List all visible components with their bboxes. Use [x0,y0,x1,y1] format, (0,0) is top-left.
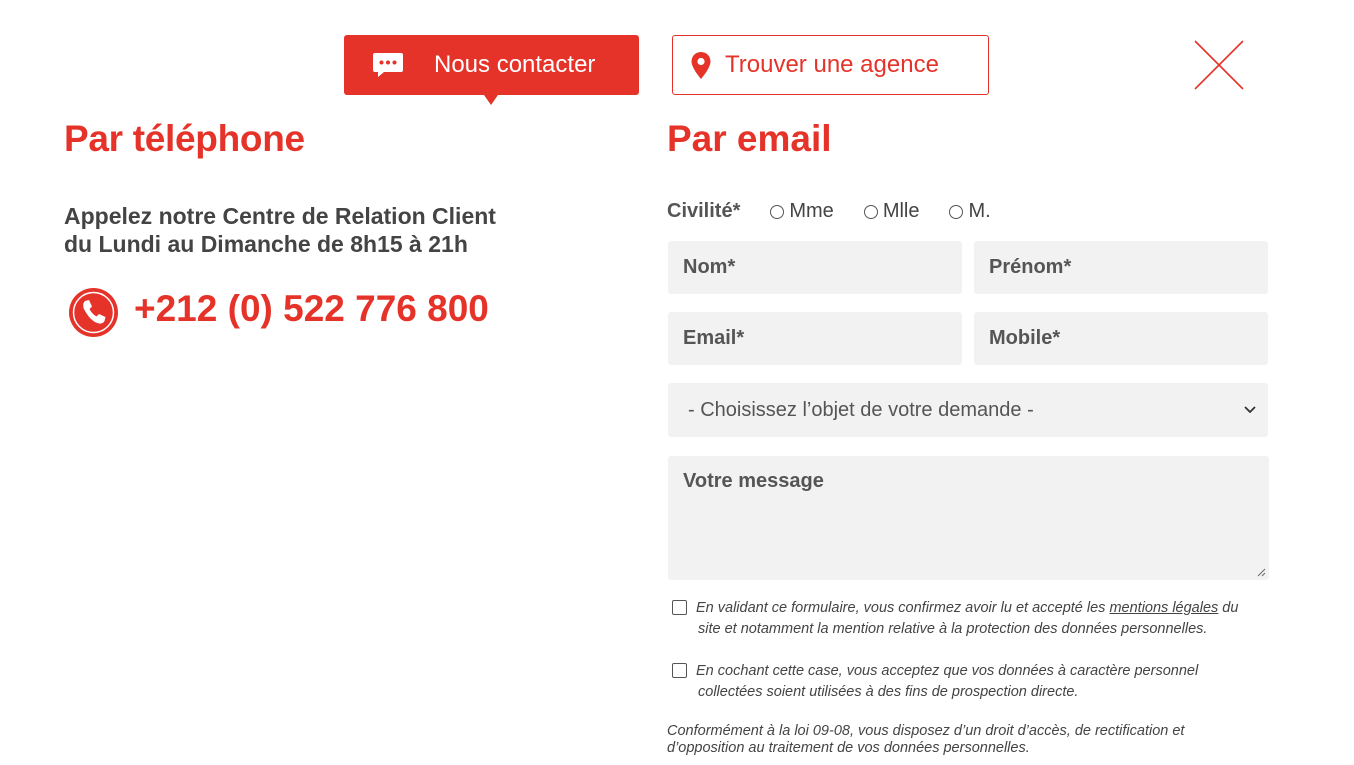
civility-group: Civilité* Mme Mlle M. [667,200,1021,223]
message-textarea[interactable]: Votre message [668,456,1269,580]
consent-prospection-checkbox[interactable] [672,663,687,678]
active-tab-caret [484,95,498,105]
consent-prospection-line1: En cochant cette case, vous acceptez que… [696,663,1199,679]
legal-notice-line1: Conformément à la loi 09-08, vous dispos… [667,723,1185,739]
civility-radio-mlle[interactable]: Mlle [863,200,920,223]
radio-circle[interactable] [863,204,878,219]
tab-nous-contacter[interactable]: Nous contacter [344,35,639,105]
phone-number-link[interactable]: +212 (0) 522 776 800 [134,288,489,330]
close-button[interactable] [1190,36,1248,94]
tab-trouver-agence[interactable]: Trouver une agence [672,35,989,95]
consent-legal-text-part2: du [1218,600,1239,616]
phone-hours-line1: Appelez notre Centre de Relation Client [64,203,496,229]
consent-legal-text-part1: En validant ce formulaire, vous confirme… [696,600,1110,616]
civility-radio-m[interactable]: M. [949,200,991,223]
subject-select-value: - Choisissez l’objet de votre demande - [688,398,1034,421]
civility-label: Civilité* [667,200,741,222]
mentions-legales-link[interactable]: mentions légales [1109,600,1218,616]
chevron-down-icon [1244,406,1256,414]
message-placeholder: Votre message [683,470,824,492]
prenom-input[interactable]: Prénom* [974,241,1268,294]
phone-icon [68,287,119,338]
email-input[interactable]: Email* [668,312,962,365]
radio-circle[interactable] [770,204,785,219]
chat-bubble-icon [372,51,404,79]
consent-legal-text-line2: site et notamment la mention relative à … [698,621,1208,637]
mobile-input[interactable]: Mobile* [974,312,1268,365]
subject-select[interactable]: - Choisissez l’objet de votre demande - [668,383,1268,437]
mobile-placeholder: Mobile* [989,327,1061,349]
prenom-placeholder: Prénom* [989,256,1072,278]
map-pin-icon [691,51,711,79]
consent-legal-row: En validant ce formulaire, vous confirme… [672,598,1266,640]
resize-handle-icon[interactable] [1256,567,1266,577]
nom-input[interactable]: Nom* [668,241,962,294]
consent-legal-checkbox[interactable] [672,600,687,615]
legal-notice: Conformément à la loi 09-08, vous dispos… [667,723,1227,757]
radio-circle[interactable] [949,204,964,219]
civility-radio-mme[interactable]: Mme [770,200,834,223]
tab-trouver-agence-label: Trouver une agence [725,51,939,78]
civility-option-label: Mlle [882,200,920,222]
email-section-title: Par email [667,118,832,159]
phone-hours-text: Appelez notre Centre de Relation Client … [64,202,496,258]
civility-option-label: Mme [789,200,834,222]
consent-prospection-line2: collectées soient utilisées à des fins d… [698,684,1079,700]
consent-legal-text: En validant ce formulaire, vous confirme… [696,598,1266,640]
email-placeholder: Email* [683,327,745,349]
phone-hours-line2: du Lundi au Dimanche de 8h15 à 21h [64,231,468,257]
close-icon [1194,40,1244,90]
legal-notice-line2: d’opposition au traitement de vos donnée… [667,740,1030,756]
tab-nous-contacter-label: Nous contacter [434,51,596,78]
phone-section-title: Par téléphone [64,118,305,159]
civility-option-label: M. [968,200,991,222]
nom-placeholder: Nom* [683,256,736,278]
consent-prospection-text: En cochant cette case, vous acceptez que… [696,661,1266,703]
consent-prospection-row: En cochant cette case, vous acceptez que… [672,661,1266,703]
